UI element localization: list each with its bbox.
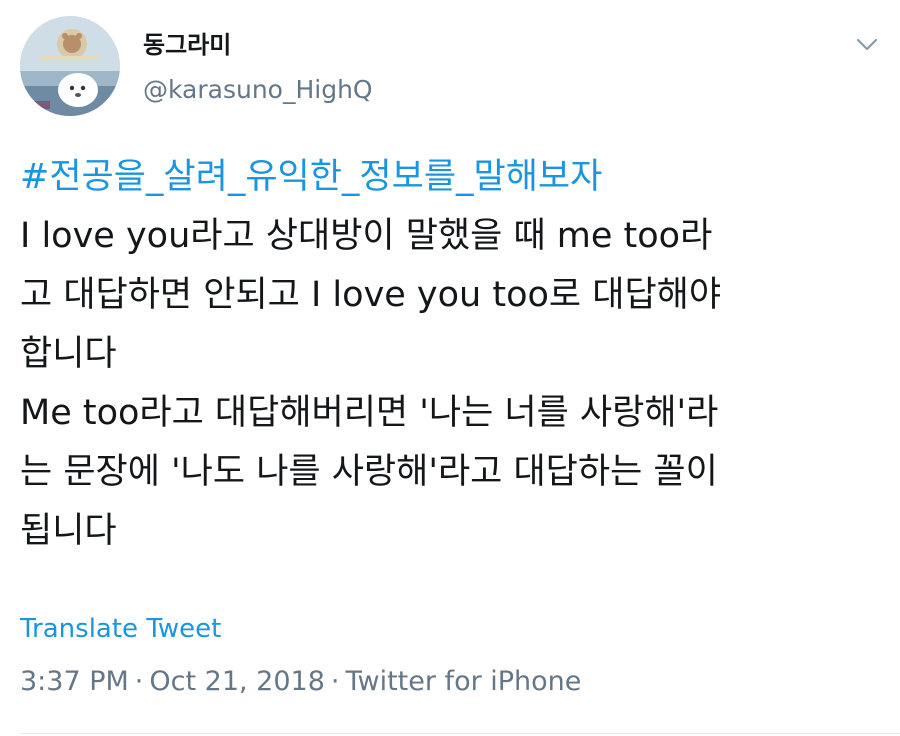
avatar-image	[20, 16, 120, 116]
more-options-button[interactable]	[852, 30, 882, 60]
separator: ·	[134, 666, 144, 697]
tweet-text-line: I love you라고 상대방이 말했을 때 me too라	[20, 216, 713, 256]
tweet-time[interactable]: 3:37 PM	[20, 666, 129, 697]
user-handle[interactable]: @karasuno_HighQ	[143, 74, 373, 106]
tweet-date[interactable]: Oct 21, 2018	[149, 666, 325, 697]
display-name[interactable]: 동그라미	[143, 30, 231, 60]
tweet-text-line: 는 문장에 '나도 나를 사랑해'라고 대답하는 꼴이	[20, 452, 718, 492]
chevron-down-icon	[856, 38, 878, 51]
tweet-metadata: 3:37 PM · Oct 21, 2018 · Twitter for iPhone	[20, 664, 581, 700]
tweet-source[interactable]: Twitter for iPhone	[345, 666, 581, 697]
divider	[20, 733, 900, 734]
tweet-text-line: 합니다	[20, 334, 117, 374]
translate-tweet-link[interactable]: Translate Tweet	[20, 612, 221, 646]
tweet-card: 동그라미 @karasuno_HighQ #전공을_살려_유익한_정보를_말해보…	[0, 0, 900, 736]
tweet-text-line: 됩니다	[20, 511, 117, 551]
avatar[interactable]	[20, 16, 120, 116]
separator: ·	[330, 666, 340, 697]
hashtag-link[interactable]: #전공을_살려_유익한_정보를_말해보자	[20, 148, 890, 207]
tweet-text-line: 고 대답하면 안되고 I love you too로 대답해야	[20, 275, 722, 315]
tweet-text-line: Me too라고 대답해버리면 '나는 너를 사랑해'라	[20, 393, 719, 433]
tweet-text: #전공을_살려_유익한_정보를_말해보자 I love you라고 상대방이 말…	[20, 148, 890, 561]
